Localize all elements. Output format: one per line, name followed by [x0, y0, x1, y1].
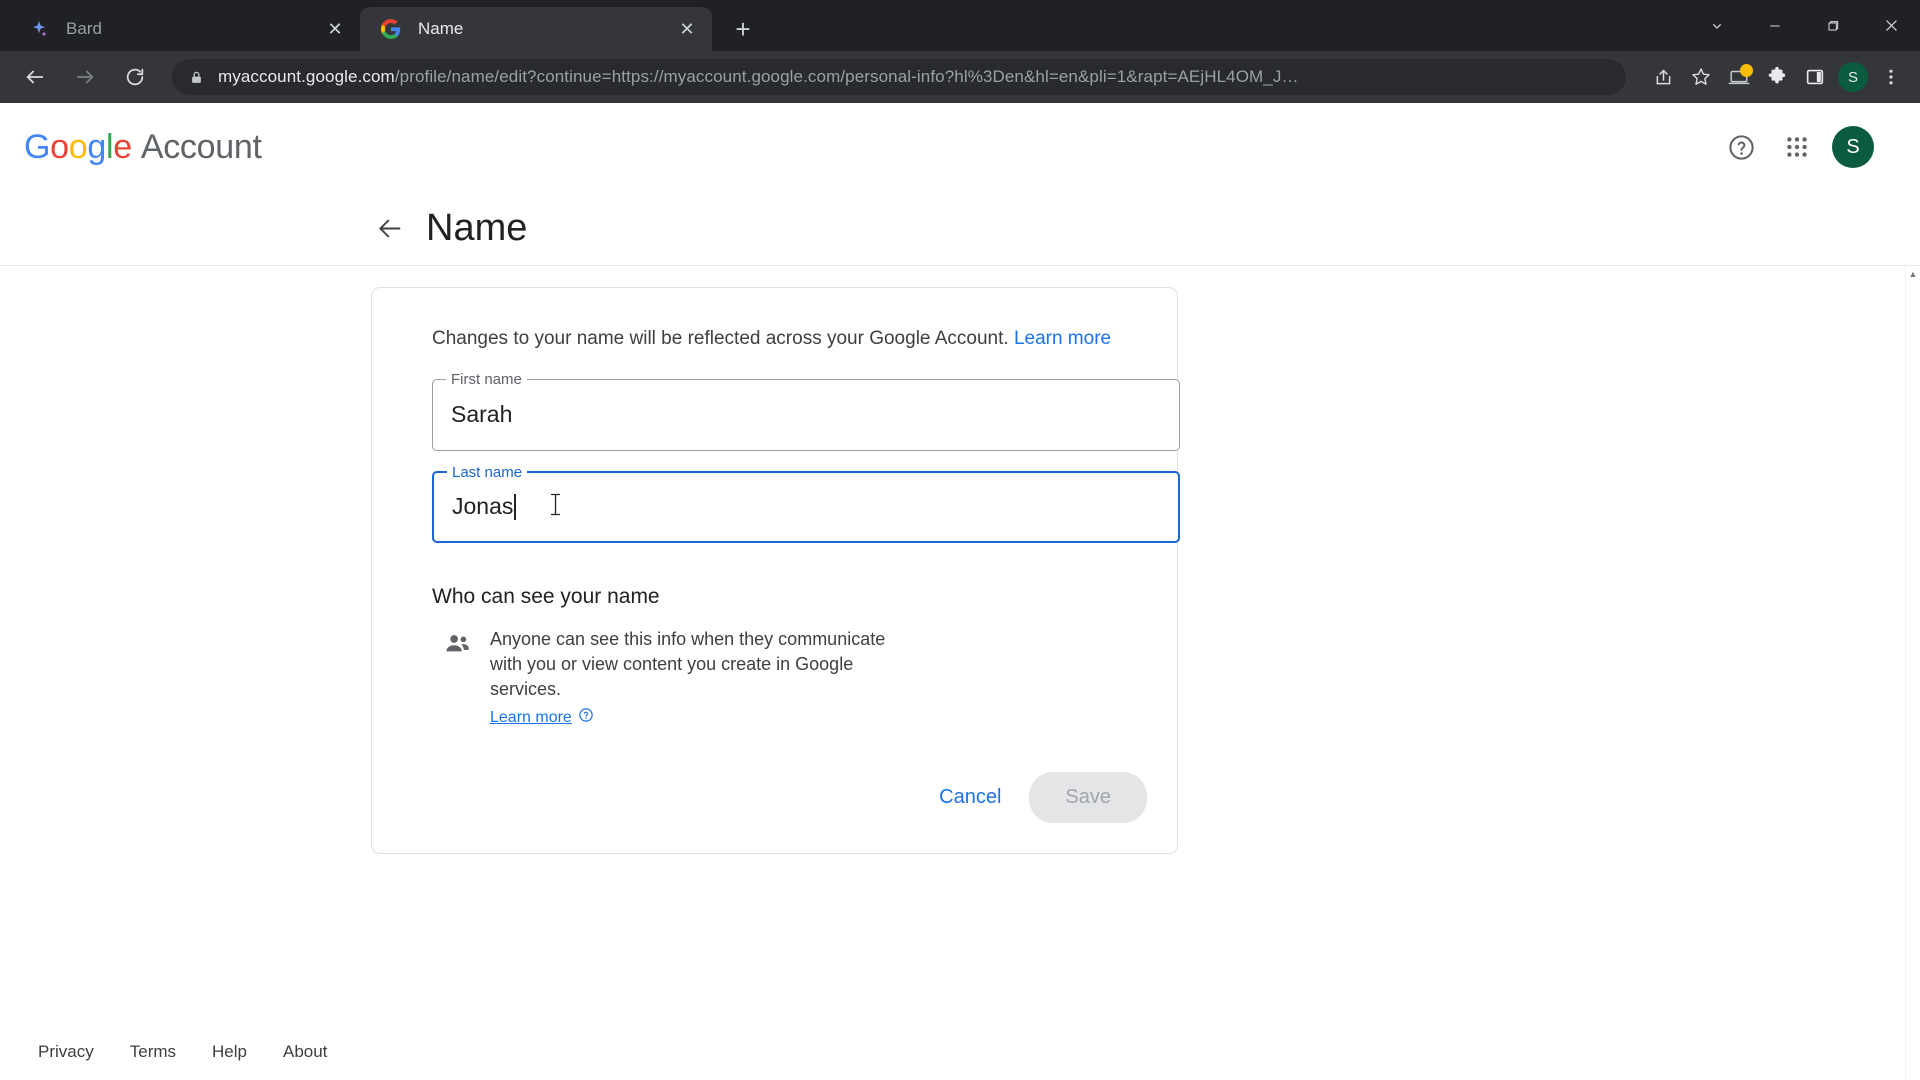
header-actions: S: [1720, 126, 1874, 168]
first-name-field[interactable]: First name Sarah: [432, 369, 1180, 451]
url-text: myaccount.google.com/profile/name/edit?c…: [218, 67, 1612, 87]
page-footer: Privacy Terms Help About: [0, 1042, 1920, 1080]
page-scrollbar[interactable]: ▲: [1905, 266, 1920, 1080]
help-circle-icon[interactable]: [1720, 126, 1762, 168]
page-content: Changes to your name will be reflected a…: [0, 266, 1920, 1080]
privacy-section: Who can see your name Anyone can see thi…: [432, 585, 1147, 729]
logo-letter: G: [24, 127, 51, 166]
page-title-bar: Name: [0, 191, 1920, 266]
learn-more-link[interactable]: Learn more: [1014, 328, 1111, 349]
account-avatar[interactable]: S: [1832, 126, 1874, 168]
star-icon[interactable]: [1682, 58, 1720, 96]
share-icon[interactable]: [1644, 58, 1682, 96]
card-actions: Cancel Save: [402, 772, 1147, 824]
bard-sparkle-icon: [28, 18, 50, 40]
toolbar-actions: S: [1644, 58, 1910, 96]
browser-tab-name[interactable]: Name ✕: [360, 7, 712, 51]
privacy-body: Anyone can see this info when they commu…: [490, 627, 920, 729]
last-name-label: Last name: [447, 462, 528, 483]
profile-avatar[interactable]: S: [1838, 62, 1868, 92]
logo-letter: o: [68, 127, 88, 166]
first-name-value: Sarah: [451, 401, 513, 428]
new-tab-button[interactable]: +: [726, 12, 760, 46]
url-domain: myaccount.google.com: [218, 67, 395, 86]
browser-tab-bard[interactable]: Bard ✕: [8, 7, 360, 51]
google-account-header: Google Account S: [0, 103, 1920, 191]
apps-grid-icon[interactable]: [1776, 126, 1818, 168]
logo-letter: g: [87, 127, 106, 166]
footer-link-terms[interactable]: Terms: [130, 1042, 176, 1062]
tab-close-button[interactable]: ✕: [674, 16, 700, 42]
footer-link-about[interactable]: About: [283, 1042, 327, 1062]
side-panel-icon[interactable]: [1796, 58, 1834, 96]
logo-letter: o: [50, 127, 69, 166]
privacy-text: Anyone can see this info when they commu…: [490, 628, 886, 699]
browser-window: Bard ✕ Name ✕ + myaccount.google.com/pro…: [0, 0, 1920, 1080]
name-edit-card: Changes to your name will be reflected a…: [371, 287, 1180, 855]
save-button[interactable]: Save: [1029, 772, 1147, 824]
forward-button[interactable]: [66, 58, 104, 96]
footer-link-privacy[interactable]: Privacy: [38, 1042, 94, 1062]
maximize-button[interactable]: [1804, 0, 1862, 51]
page-title: Name: [426, 206, 528, 249]
address-bar[interactable]: myaccount.google.com/profile/name/edit?c…: [172, 59, 1626, 95]
card-description-text: Changes to your name will be reflected a…: [432, 328, 1009, 349]
people-icon: [444, 630, 474, 662]
footer-link-help[interactable]: Help: [212, 1042, 247, 1062]
help-circle-icon: [578, 707, 594, 728]
logo-letter: e: [113, 127, 132, 166]
google-account-logo: Google Account: [24, 128, 262, 167]
google-g-icon: [380, 18, 402, 40]
minimize-button[interactable]: [1746, 0, 1804, 51]
window-controls: [1688, 0, 1920, 51]
page-viewport: Google Account S Name Changes to your na…: [0, 103, 1920, 1080]
tab-search-chevron-icon[interactable]: [1688, 0, 1746, 51]
text-caret: [514, 493, 516, 520]
logo-word: Account: [140, 127, 262, 166]
privacy-row: Anyone can see this info when they commu…: [432, 627, 1147, 729]
last-name-value: Jonas: [452, 493, 514, 520]
privacy-learn-more-link[interactable]: Learn more: [490, 707, 594, 728]
reload-button[interactable]: [116, 58, 154, 96]
back-button[interactable]: [16, 58, 54, 96]
cancel-button[interactable]: Cancel: [917, 772, 1023, 823]
update-laptop-icon[interactable]: [1720, 58, 1758, 96]
url-path: /profile/name/edit?continue=https://myac…: [394, 67, 1299, 86]
lock-icon: [186, 70, 206, 85]
tab-title: Bard: [66, 19, 102, 38]
puzzle-icon[interactable]: [1758, 58, 1796, 96]
update-badge: [1740, 64, 1753, 77]
card-description: Changes to your name will be reflected a…: [432, 326, 1147, 353]
mouse-text-cursor-icon: [549, 492, 562, 521]
first-name-label: First name: [446, 369, 527, 390]
close-window-button[interactable]: [1862, 0, 1920, 51]
last-name-field[interactable]: Last name Jonas: [432, 462, 1180, 543]
scroll-up-arrow-icon[interactable]: ▲: [1906, 266, 1920, 281]
browser-toolbar: myaccount.google.com/profile/name/edit?c…: [0, 51, 1920, 103]
tab-strip: Bard ✕ Name ✕ +: [0, 0, 1920, 51]
back-arrow-icon[interactable]: [370, 208, 410, 248]
three-dot-menu-icon[interactable]: [1872, 58, 1910, 96]
privacy-heading: Who can see your name: [432, 584, 660, 608]
privacy-learn-more-label: Learn more: [490, 708, 572, 726]
tab-close-button[interactable]: ✕: [322, 16, 348, 42]
tab-title: Name: [418, 19, 464, 38]
